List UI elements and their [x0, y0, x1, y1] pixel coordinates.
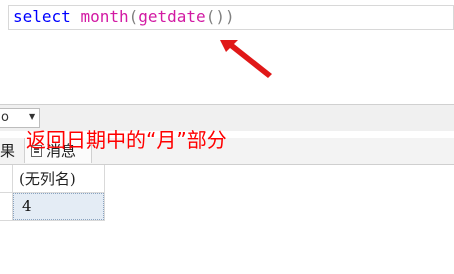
annotation-arrow-icon: [220, 40, 272, 78]
query-editor[interactable]: select month(getdate()): [0, 0, 454, 104]
tab-results[interactable]: 果: [0, 138, 22, 163]
tab-results-label: 果: [0, 142, 16, 160]
open-paren: (: [128, 7, 139, 26]
column-divider: [104, 165, 105, 221]
getdate-function: getdate: [138, 7, 206, 26]
chevron-down-icon: ▼: [29, 112, 36, 121]
annotation-text: 返回日期中的“月”部分: [26, 128, 227, 152]
select-keyword: select: [13, 7, 71, 26]
month-function: month: [80, 7, 129, 26]
column-header[interactable]: (无列名): [0, 165, 104, 193]
grid-row-divider: [0, 220, 104, 221]
sql-code-line[interactable]: select month(getdate()): [13, 8, 235, 26]
zoom-value: o: [1, 110, 9, 125]
cell-value: 4: [22, 197, 32, 215]
close-parens: ()): [205, 7, 235, 26]
table-cell-selected[interactable]: 4: [13, 193, 104, 220]
column-header-label: (无列名): [19, 170, 76, 188]
